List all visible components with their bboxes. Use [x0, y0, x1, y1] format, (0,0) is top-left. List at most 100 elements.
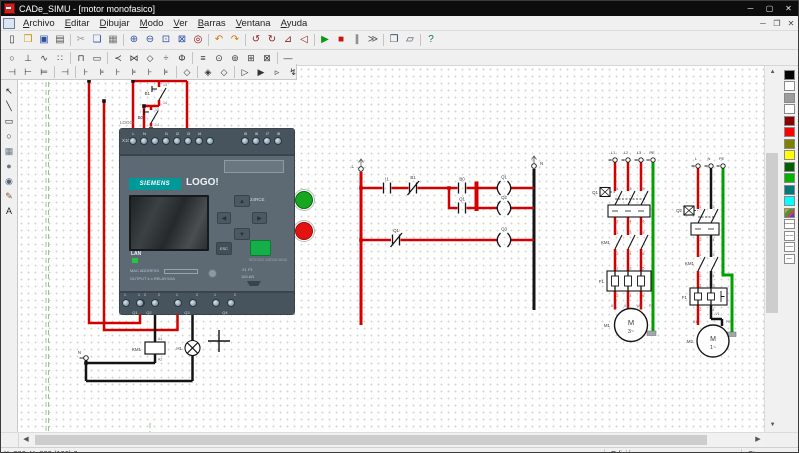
plc-block-tool-button[interactable]: ⊠ [259, 51, 275, 65]
color-white-2[interactable] [783, 104, 795, 114]
plc-up-key[interactable]: ▲ [233, 195, 250, 207]
undo-button[interactable]: ↶ [211, 33, 227, 47]
input-terminal[interactable]: I7 [262, 130, 273, 154]
simulation-stop-button[interactable]: ■ [333, 33, 349, 47]
relay-output-group[interactable]: 1 2 Q3 [172, 293, 202, 315]
color-black[interactable] [783, 69, 795, 80]
close-button[interactable]: ✕ [779, 1, 798, 16]
color-yellow[interactable] [783, 150, 795, 160]
ladder-coils[interactable] [496, 180, 512, 248]
relay-tool-button[interactable]: ≡ [195, 51, 211, 65]
power3-breaker[interactable] [599, 186, 651, 218]
save-file-button[interactable]: ▣ [36, 33, 52, 47]
simulation-step-button[interactable]: ≫ [365, 33, 381, 47]
input-terminal[interactable]: I3 [183, 130, 194, 154]
fill-tool-button[interactable]: ◉ [2, 174, 16, 188]
coil-negated-tool-button[interactable]: ⊢ [20, 65, 36, 79]
input-terminal[interactable]: I5 [240, 130, 251, 154]
color-gray[interactable] [783, 92, 795, 103]
filled-rectangle-tool-button[interactable]: ▦ [2, 144, 16, 158]
plc-right-key[interactable]: ▶ [251, 212, 267, 224]
linestyle-dashed[interactable]: ─ ─ [783, 230, 795, 241]
open-file-button[interactable]: ❒ [20, 33, 36, 47]
contact-no-tool-button[interactable]: ⊦ [78, 65, 94, 79]
scroll-left-arrow[interactable]: ◀ [19, 433, 33, 447]
mdi-restore-button[interactable]: ❐ [770, 19, 784, 28]
power-source-tool-button[interactable]: ∿ [36, 51, 52, 65]
menu-ayuda[interactable]: Ayuda [276, 17, 313, 30]
siemens-logo-plc[interactable]: X10 L N I1 I2 I3 I4 I5 I6 I7 I8 SIEMENS … [118, 128, 295, 315]
color-pattern[interactable] [783, 207, 795, 218]
linestyle-solid[interactable]: ─── [783, 219, 795, 229]
input-terminal[interactable] [205, 130, 216, 154]
mirror-vertical-button[interactable]: ◁ [296, 33, 312, 47]
power3-thermal-relay[interactable] [606, 270, 652, 292]
multi-conductor-tool-button[interactable]: ∷ [52, 51, 68, 65]
minimize-button[interactable]: ─ [741, 1, 760, 16]
filled-ellipse-tool-button[interactable]: ● [2, 159, 16, 173]
compare-block-tool-button[interactable]: ◇ [216, 65, 232, 79]
coil-set-tool-button[interactable]: ⊨ [36, 65, 52, 79]
output-call-tool-button[interactable]: ▶ [253, 65, 269, 79]
pushbutton-B1[interactable] [151, 86, 167, 101]
new-file-button[interactable]: ▯ [4, 33, 20, 47]
schematic-canvas[interactable]: B1 13 14 B0 13 14 L [17, 66, 765, 432]
contact-no-limit-tool-button[interactable]: ⊦ [142, 65, 158, 79]
pilot-button-green[interactable] [292, 189, 315, 211]
power-contact-tool-button[interactable]: ⊣ [57, 65, 73, 79]
pilot-light-tool-button[interactable]: Φ [174, 51, 190, 65]
vertical-scroll-thumb[interactable] [766, 153, 779, 313]
zoom-all-button[interactable]: ⊠ [174, 33, 190, 47]
simulation-pause-button[interactable]: ∥ [349, 33, 365, 47]
pilot-lamp-H1[interactable] [184, 339, 201, 357]
zoom-window-button[interactable]: ⊡ [158, 33, 174, 47]
paste-button[interactable]: ▦ [105, 33, 121, 47]
input-terminal[interactable] [150, 130, 161, 154]
rotate-right-button[interactable]: ↻ [264, 33, 280, 47]
plc-left-key[interactable]: ◀ [216, 212, 231, 224]
color-dark-red[interactable] [783, 115, 795, 126]
input-terminal[interactable]: L [128, 130, 139, 154]
color-green[interactable] [783, 173, 795, 183]
cut-button[interactable]: ✂ [73, 33, 89, 47]
text-tool-button[interactable]: A [2, 204, 16, 218]
sensor-tool-button[interactable]: ◇ [142, 51, 158, 65]
window-tile-button[interactable]: ▱ [402, 33, 418, 47]
menu-modo[interactable]: Modo [135, 17, 169, 30]
color-dark-green[interactable] [783, 161, 795, 172]
input-terminal[interactable]: I1 [161, 130, 172, 154]
switch-tool-button[interactable]: ≺ [110, 51, 126, 65]
coil-tool-button[interactable]: ⊣ [4, 65, 20, 79]
window-cascade-button[interactable]: ❐ [386, 33, 402, 47]
zoom-out-button[interactable]: ⊖ [142, 33, 158, 47]
ladder-contacts[interactable] [382, 180, 467, 248]
linestyle-dashdotdot[interactable]: ─·· [783, 253, 795, 264]
contact-no-delayed-tool-button[interactable]: ⊦ [110, 65, 126, 79]
redraw-button[interactable]: ◎ [190, 33, 206, 47]
relay-output-group[interactable]: 1 2 Q4 [210, 293, 240, 315]
function-block-tool-button[interactable]: ◈ [200, 65, 216, 79]
scroll-right-arrow[interactable]: ▶ [751, 433, 765, 447]
menu-editar[interactable]: Editar [60, 17, 95, 30]
color-olive[interactable] [783, 138, 795, 149]
menu-ventana[interactable]: Ventana [231, 17, 276, 30]
terminal-tool-button[interactable]: ○ [4, 51, 20, 65]
power1-breaker[interactable] [683, 205, 720, 236]
wire-tool-button[interactable]: — [280, 51, 296, 65]
scroll-up-arrow[interactable]: ▲ [765, 66, 781, 79]
color-teal[interactable] [783, 184, 795, 195]
menu-archivo[interactable]: Archivo [18, 17, 60, 30]
input-terminal[interactable]: I2 [172, 130, 183, 154]
color-cyan[interactable] [783, 196, 795, 206]
plc-down-key[interactable]: ▼ [233, 228, 250, 240]
motor-tool-button[interactable]: ⊞ [243, 51, 259, 65]
relay-output-group[interactable]: 1 2 Q2 [134, 293, 164, 315]
rotate-left-button[interactable]: ↺ [248, 33, 264, 47]
simulation-play-button[interactable]: ▶ [317, 33, 333, 47]
output-jump-tool-button[interactable]: ▷ [237, 65, 253, 79]
select-tool-button[interactable]: ↖ [2, 84, 16, 98]
mdi-close-button[interactable]: ✕ [784, 19, 798, 28]
input-terminal[interactable]: I8 [273, 130, 284, 154]
plc-ok-key[interactable] [249, 240, 271, 256]
scroll-down-arrow[interactable]: ▼ [765, 419, 781, 432]
